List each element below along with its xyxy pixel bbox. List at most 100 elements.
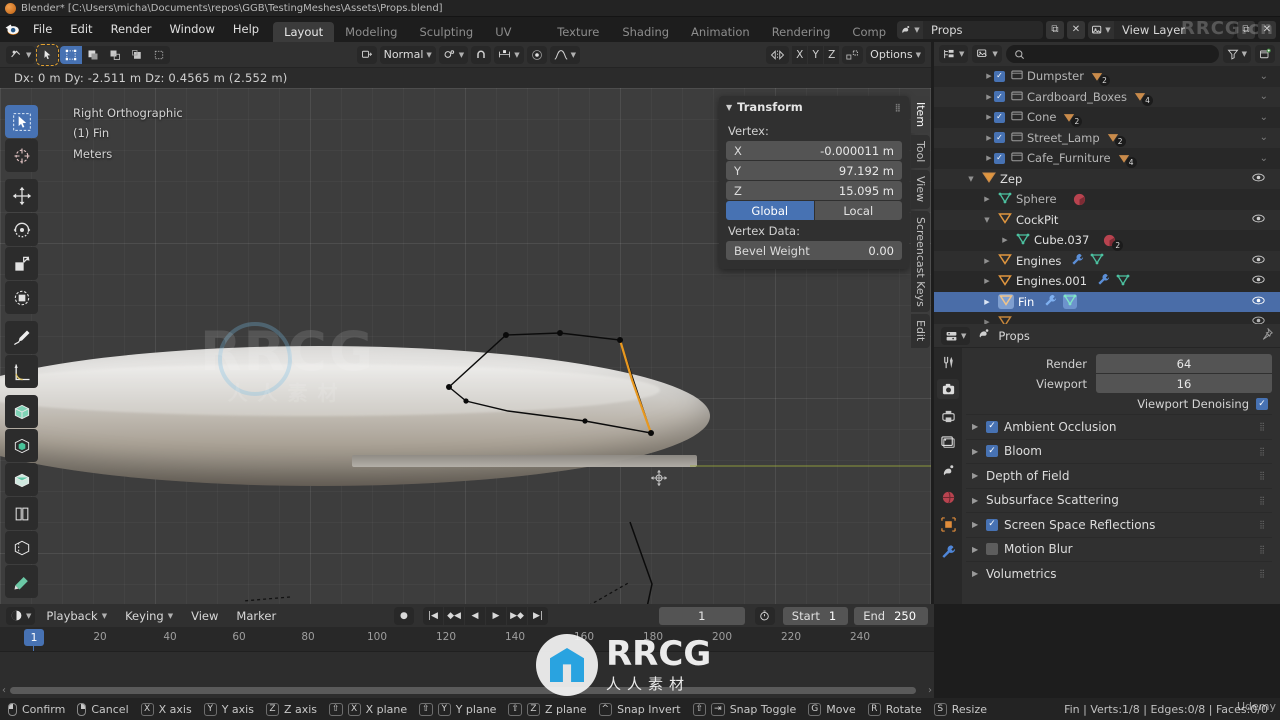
outliner-row-dumpster[interactable]: ▶ ✓ Dumpster 2 ⌄ <box>934 66 1280 87</box>
auto-merge-icon[interactable] <box>842 45 864 64</box>
expand-triangle-icon[interactable]: ▶ <box>972 569 980 578</box>
outliner-row-cone[interactable]: ▶ ✓ Cone 2 ⌄ <box>934 107 1280 128</box>
expand-triangle-icon[interactable]: ▶ <box>972 422 980 431</box>
timeline-menu-view[interactable]: View <box>184 609 225 623</box>
end-frame-field[interactable]: End 250 <box>854 606 929 625</box>
timeline-editor-icon[interactable]: ▼ <box>6 606 36 625</box>
expand-triangle-icon[interactable]: ▶ <box>982 277 992 285</box>
menu-edit[interactable]: Edit <box>61 17 101 42</box>
menu-render[interactable]: Render <box>102 17 161 42</box>
expand-triangle-icon[interactable]: ▶ <box>982 257 992 265</box>
ambient-occlusion-checkbox[interactable]: ✓ <box>986 420 998 433</box>
expand-triangle-icon[interactable]: ▶ <box>1000 236 1010 244</box>
eye-icon[interactable] <box>1252 172 1265 186</box>
bevel-tool[interactable] <box>5 497 38 530</box>
new-view-layer-button[interactable]: ⧉ <box>1237 20 1255 39</box>
panel-depth-of-field[interactable]: ▶ Depth of Field ⣿ <box>966 463 1272 488</box>
sampling-viewport-value[interactable]: 16 <box>1096 374 1272 393</box>
tab-layout[interactable]: Layout <box>273 22 335 42</box>
chevron-down-icon[interactable]: ⌄ <box>1260 91 1268 102</box>
mirror-axis-z[interactable]: Z <box>824 45 840 64</box>
stopwatch-icon[interactable] <box>754 606 775 625</box>
play-icon[interactable]: ▶ <box>485 606 506 625</box>
cursor-select-icon[interactable] <box>36 43 60 66</box>
funnel-filter-icon[interactable]: ▼ <box>1222 45 1251 63</box>
mirror-icon[interactable] <box>766 45 790 64</box>
scene-selector[interactable]: ▼ Props <box>897 20 1043 39</box>
modifier-properties-tab[interactable] <box>937 541 959 561</box>
orientation-icon[interactable] <box>356 45 377 64</box>
scale-tool[interactable] <box>5 247 38 280</box>
scene-properties-tab[interactable] <box>937 460 959 480</box>
panel-motion-blur[interactable]: ▶ Motion Blur ⣿ <box>966 536 1272 562</box>
options-dropdown[interactable]: Options ▼ <box>866 45 926 64</box>
prev-keyframe-icon[interactable]: ◆◀ <box>443 606 464 625</box>
viewport-denoising-row[interactable]: Viewport Denoising ✓ <box>966 394 1272 414</box>
loop-cut-tool[interactable] <box>5 531 38 564</box>
eye-icon[interactable] <box>1252 295 1265 309</box>
outliner-row-cube-037[interactable]: ▶ Cube.037 2 <box>934 230 1280 251</box>
collapse-triangle-icon[interactable]: ▼ <box>982 216 992 224</box>
panel-ambient-occlusion[interactable]: ▶ ✓ Ambient Occlusion ⣿ <box>966 414 1272 439</box>
move-tool[interactable] <box>5 179 38 212</box>
expand-triangle-icon[interactable]: ▶ <box>972 520 980 529</box>
menu-file[interactable]: File <box>24 17 61 42</box>
scene-icon[interactable]: ▼ <box>897 20 923 39</box>
annotate-tool[interactable] <box>5 321 38 354</box>
mode-extra-2[interactable] <box>148 46 170 64</box>
outliner-row-cardboard-boxes[interactable]: ▶ ✓ Cardboard_Boxes 4 ⌄ <box>934 86 1280 107</box>
menu-help[interactable]: Help <box>224 17 268 42</box>
transform-orientation-dropdown[interactable]: Normal ▼ <box>379 45 436 64</box>
timeline-menu-keying[interactable]: Keying ▼ <box>118 609 180 623</box>
outliner-row-cafe-furniture[interactable]: ▶ ✓ Cafe_Furniture 4 ⌄ <box>934 148 1280 169</box>
collapse-triangle-icon[interactable]: ▼ <box>966 175 976 183</box>
play-reverse-icon[interactable]: ◀ <box>464 606 485 625</box>
scroll-left-arrow[interactable]: ‹ <box>2 685 6 696</box>
properties-editor-icon[interactable]: ▼ <box>941 326 971 345</box>
bloom-checkbox[interactable]: ✓ <box>986 445 998 458</box>
tool-properties-tab[interactable] <box>937 352 959 372</box>
outliner-display-mode-icon[interactable]: ▼ <box>939 45 969 63</box>
expand-triangle-icon[interactable]: ▶ <box>984 134 994 142</box>
proportional-edit-icon[interactable] <box>526 45 547 64</box>
panel-subsurface-scattering[interactable]: ▶ Subsurface Scattering ⣿ <box>966 487 1272 513</box>
outliner-row-cockpit[interactable]: ▼ CockPit <box>934 209 1280 230</box>
n-tab-edit[interactable]: Edit <box>911 314 930 348</box>
measure-tool[interactable] <box>5 355 38 388</box>
world-properties-tab[interactable] <box>937 487 959 507</box>
view-layer-name[interactable]: View Layer <box>1114 21 1234 39</box>
local-space-button[interactable]: Local <box>814 201 902 220</box>
tab-texture-paint[interactable]: Texture Paint <box>546 22 611 59</box>
cursor-tool[interactable] <box>5 139 38 172</box>
editor-type-icon[interactable]: ▼ <box>6 45 36 64</box>
next-keyframe-icon[interactable]: ▶◆ <box>506 606 527 625</box>
screen-space-reflections-checkbox[interactable]: ✓ <box>986 518 998 531</box>
tab-compositing[interactable]: Comp <box>841 22 897 42</box>
tab-animation[interactable]: Animation <box>680 22 761 42</box>
collection-checkbox[interactable]: ✓ <box>994 91 1005 103</box>
expand-triangle-icon[interactable]: ▶ <box>982 298 992 306</box>
global-space-button[interactable]: Global <box>726 201 814 220</box>
tab-sculpting[interactable]: Sculpting <box>408 22 484 42</box>
eye-icon[interactable] <box>1252 213 1265 227</box>
outliner-row-partial[interactable]: ▶ <box>934 312 1280 324</box>
vertex-x-field[interactable]: X -0.000011 m <box>726 141 902 160</box>
eye-icon[interactable] <box>1252 315 1265 324</box>
sampling-render-value[interactable]: 64 <box>1096 354 1272 373</box>
outliner-row-sphere[interactable]: ▶ Sphere <box>934 189 1280 210</box>
snap-target-icon[interactable]: ▼ <box>494 45 524 64</box>
timeline-playhead[interactable]: 1 <box>24 629 44 646</box>
menu-window[interactable]: Window <box>161 17 224 42</box>
timeline-menu-marker[interactable]: Marker <box>229 609 283 623</box>
vertex-y-field[interactable]: Y 97.192 m <box>726 161 902 180</box>
bevel-weight-field[interactable]: Bevel Weight 0.00 <box>726 241 902 260</box>
view-layer-properties-tab[interactable] <box>937 433 959 453</box>
outliner-tree[interactable]: ▶ ✓ Dumpster 2 ⌄ ▶ ✓ Cardboard_Boxes 4 ⌄… <box>934 66 1280 324</box>
view-layer-icon[interactable]: ▼ <box>1088 20 1114 39</box>
render-properties-tab[interactable] <box>937 379 959 399</box>
panel-volumetrics[interactable]: ▶ Volumetrics ⣿ <box>966 561 1272 586</box>
pivot-point-icon[interactable]: ▼ <box>438 45 469 64</box>
expand-triangle-icon[interactable]: ▶ <box>972 545 980 554</box>
horizontal-scrollbar[interactable] <box>10 687 916 694</box>
vertex-z-field[interactable]: Z 15.095 m <box>726 181 902 200</box>
